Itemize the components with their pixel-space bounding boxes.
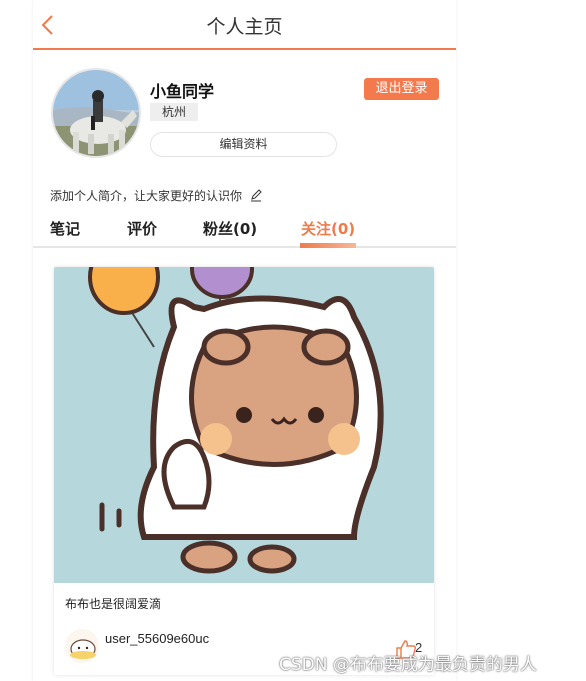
card-title: 布布也是很阔爱滴 <box>65 597 162 611</box>
bio-text[interactable]: 添加个人简介，让大家更好的认识你 <box>50 187 263 204</box>
profile-tabs: 笔记 评价 粉丝(0) 关注(0) <box>33 210 456 248</box>
avatar[interactable] <box>51 68 141 158</box>
bio-label: 添加个人简介，让大家更好的认识你 <box>50 189 243 203</box>
tab-reviews[interactable]: 评价 <box>127 218 157 239</box>
active-tab-indicator <box>300 243 356 248</box>
tab-fans[interactable]: 粉丝(0) <box>203 218 257 239</box>
note-card[interactable]: 布布也是很阔爱滴 user_55609e60uc 2 <box>54 267 434 675</box>
city-badge: 杭州 <box>150 103 199 121</box>
tab-following[interactable]: 关注(0) <box>301 218 355 239</box>
logout-button[interactable]: 退出登录 <box>364 78 439 100</box>
page-title: 个人主页 <box>206 16 283 38</box>
pencil-icon <box>250 189 262 202</box>
profile-page: 个人主页 小鱼同学 杭州 退出登录 编辑资料 添加个人简介，让大家更好的认识你 <box>33 0 456 681</box>
card-username[interactable]: user_55609e60uc <box>105 631 209 646</box>
watermark: CSDN @布布要成为最负责的男人 <box>279 655 537 675</box>
card-image <box>54 267 434 583</box>
edit-profile-button[interactable]: 编辑资料 <box>150 132 337 157</box>
tab-notes[interactable]: 笔记 <box>50 218 80 239</box>
page-header: 个人主页 <box>33 0 456 50</box>
card-user-avatar[interactable] <box>65 629 99 663</box>
username: 小鱼同学 <box>150 82 215 101</box>
